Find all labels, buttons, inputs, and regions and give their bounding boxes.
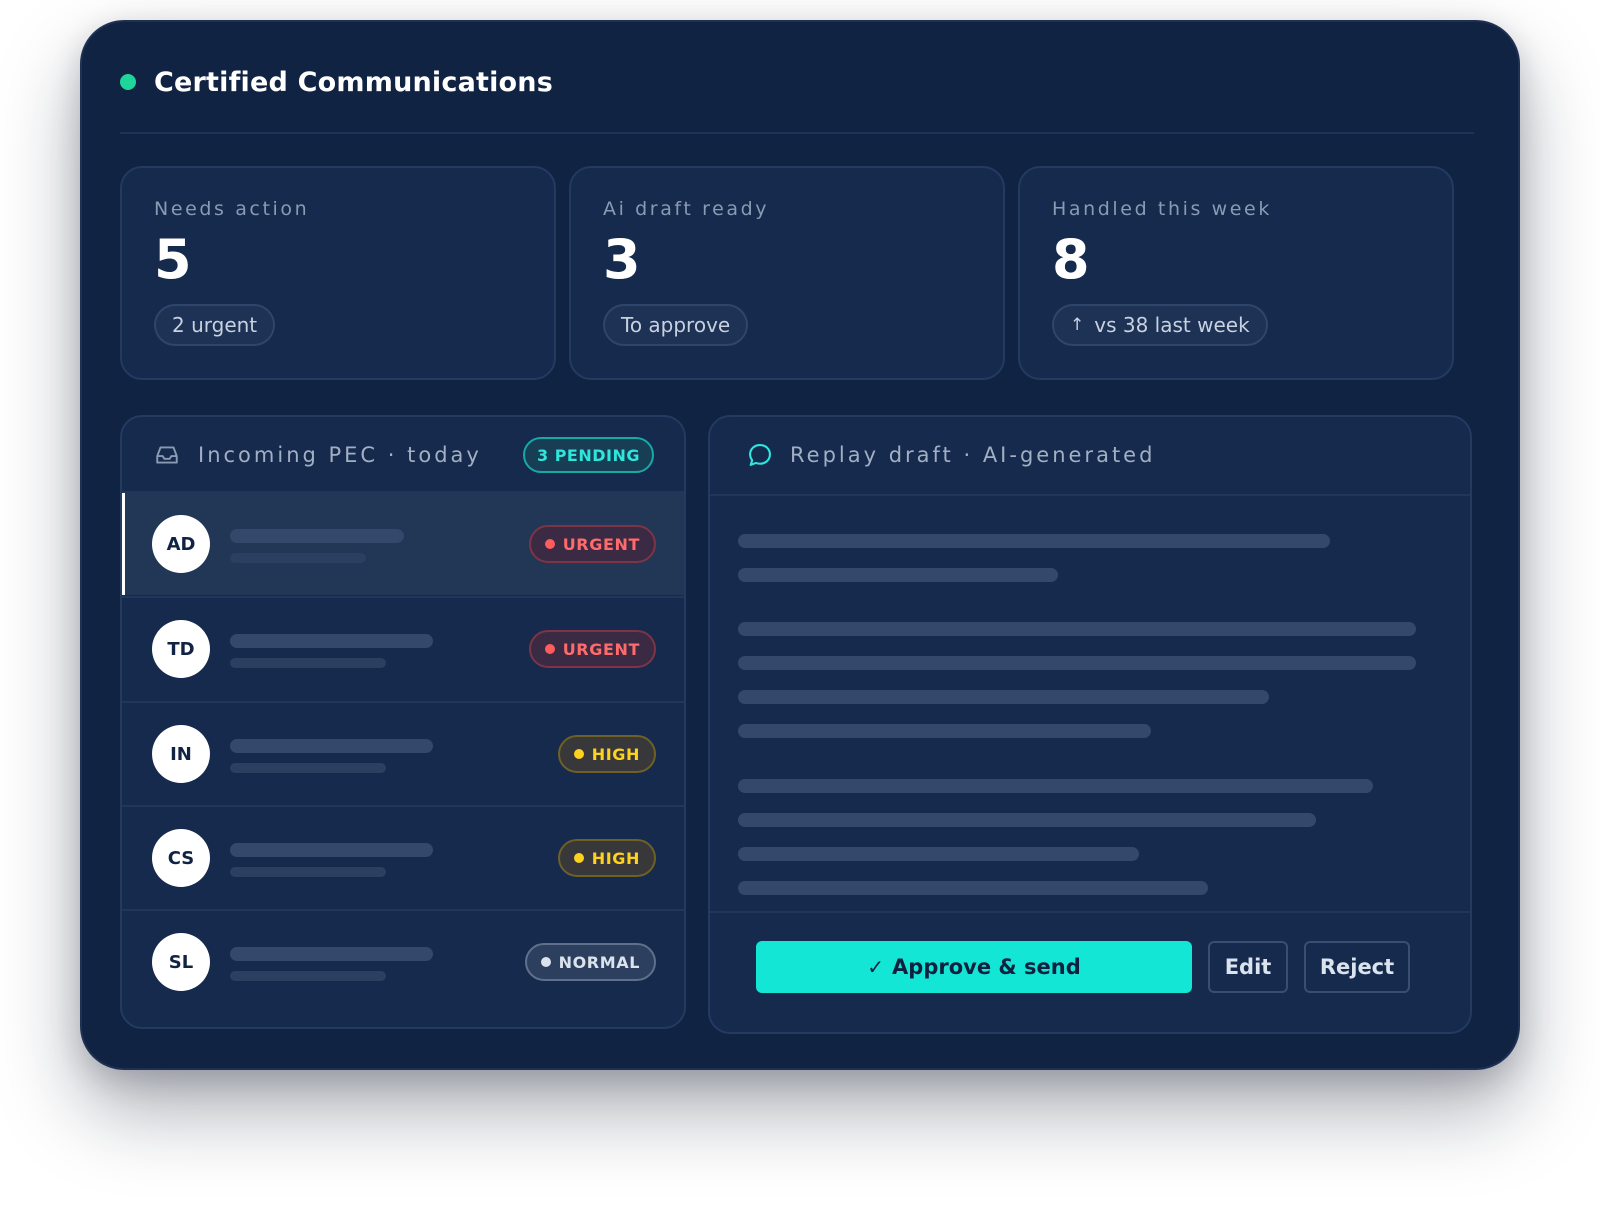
preview-placeholder — [230, 971, 386, 981]
priority-badge: URGENT — [528, 630, 656, 668]
status-dot-icon — [120, 74, 136, 90]
stage: Certified Communications Needs action 5 … — [0, 0, 1600, 1211]
app-window: Certified Communications Needs action 5 … — [80, 20, 1520, 1070]
inbox-icon — [156, 446, 178, 464]
preview-placeholder — [230, 763, 386, 773]
priority-label: HIGH — [591, 848, 640, 868]
subject-placeholder — [230, 843, 433, 857]
draft-divider — [710, 494, 1470, 496]
chat-bubble-icon — [749, 444, 771, 466]
avatar: IN — [152, 725, 210, 783]
inbox-panel-header: Incoming PEC · today 3 PENDING — [122, 417, 684, 493]
stat-label: Ai draft ready — [603, 198, 770, 220]
draft-text-placeholder — [738, 847, 1139, 861]
draft-text-placeholder — [738, 690, 1269, 704]
message-row[interactable]: SL NORMAL — [122, 909, 684, 1013]
stat-card-handled-this-week[interactable]: Handled this week 8 ↑ vs 38 last week — [1018, 166, 1454, 380]
draft-text-placeholder — [738, 813, 1316, 827]
priority-label: NORMAL — [558, 952, 640, 972]
subject-placeholder — [230, 739, 433, 753]
avatar: TD — [152, 620, 210, 678]
priority-dot-icon — [540, 957, 551, 967]
stat-chip-label: 2 urgent — [172, 313, 258, 337]
action-bar-divider — [710, 911, 1470, 913]
avatar: AD — [152, 515, 210, 573]
stat-chip-label: vs 38 last week — [1094, 313, 1250, 337]
draft-text-placeholder — [738, 881, 1208, 895]
arrow-up-icon: ↑ — [1070, 315, 1085, 335]
pending-badge: 3 PENDING — [522, 437, 654, 473]
priority-badge: NORMAL — [524, 943, 656, 981]
app-header: Certified Communications — [120, 62, 553, 102]
stat-label: Needs action — [154, 198, 310, 220]
priority-badge: HIGH — [557, 735, 656, 773]
stat-card-needs-action[interactable]: Needs action 5 2 urgent — [120, 166, 556, 380]
priority-dot-icon — [544, 539, 555, 549]
message-row[interactable]: IN HIGH — [122, 701, 684, 805]
stat-label: Handled this week — [1052, 198, 1272, 220]
stat-chip: To approve — [603, 304, 749, 346]
subject-placeholder — [230, 529, 404, 543]
priority-label: URGENT — [562, 639, 640, 659]
preview-placeholder — [230, 867, 386, 877]
preview-placeholder — [230, 658, 386, 668]
preview-placeholder — [230, 553, 366, 563]
header-divider — [120, 132, 1474, 134]
inbox-panel-title: Incoming PEC · today — [198, 443, 482, 467]
priority-dot-icon — [573, 749, 584, 759]
stat-chip: 2 urgent — [154, 304, 276, 346]
draft-text-placeholder — [738, 656, 1416, 670]
selected-indicator — [122, 493, 125, 595]
draft-text-placeholder — [738, 568, 1058, 582]
stat-value: 8 — [1052, 228, 1090, 291]
draft-panel-header: Replay draft · AI-generated — [710, 417, 1470, 493]
approve-send-label: Approve & send — [892, 955, 1081, 979]
stat-card-ai-draft-ready[interactable]: Ai draft ready 3 To approve — [569, 166, 1005, 380]
check-icon: ✓ — [867, 955, 885, 979]
stat-chip: ↑ vs 38 last week — [1052, 304, 1268, 346]
stat-value: 5 — [154, 228, 192, 291]
draft-panel: Replay draft · AI-generated ✓ Approve & … — [708, 415, 1472, 1034]
message-row[interactable]: TD URGENT — [122, 596, 684, 700]
subject-placeholder — [230, 947, 433, 961]
priority-label: HIGH — [591, 744, 640, 764]
draft-text-placeholder — [738, 779, 1373, 793]
draft-text-placeholder — [738, 534, 1330, 548]
subject-placeholder — [230, 634, 433, 648]
message-row[interactable]: AD URGENT — [122, 491, 684, 595]
reject-button[interactable]: Reject — [1304, 941, 1410, 993]
priority-dot-icon — [544, 644, 555, 654]
draft-text-placeholder — [738, 724, 1151, 738]
stat-chip-label: To approve — [621, 313, 731, 337]
edit-button[interactable]: Edit — [1208, 941, 1288, 993]
draft-panel-title: Replay draft · AI-generated — [790, 443, 1156, 467]
inbox-panel: Incoming PEC · today 3 PENDING AD URGENT… — [120, 415, 686, 1029]
priority-label: URGENT — [562, 534, 640, 554]
priority-badge: HIGH — [557, 839, 656, 877]
draft-text-placeholder — [738, 622, 1416, 636]
stat-value: 3 — [603, 228, 641, 291]
page-title: Certified Communications — [154, 66, 554, 98]
priority-dot-icon — [573, 853, 584, 863]
avatar: CS — [152, 829, 210, 887]
approve-send-button[interactable]: ✓ Approve & send — [756, 941, 1192, 993]
avatar: SL — [152, 933, 210, 991]
priority-badge: URGENT — [528, 525, 656, 563]
message-row[interactable]: CS HIGH — [122, 805, 684, 909]
